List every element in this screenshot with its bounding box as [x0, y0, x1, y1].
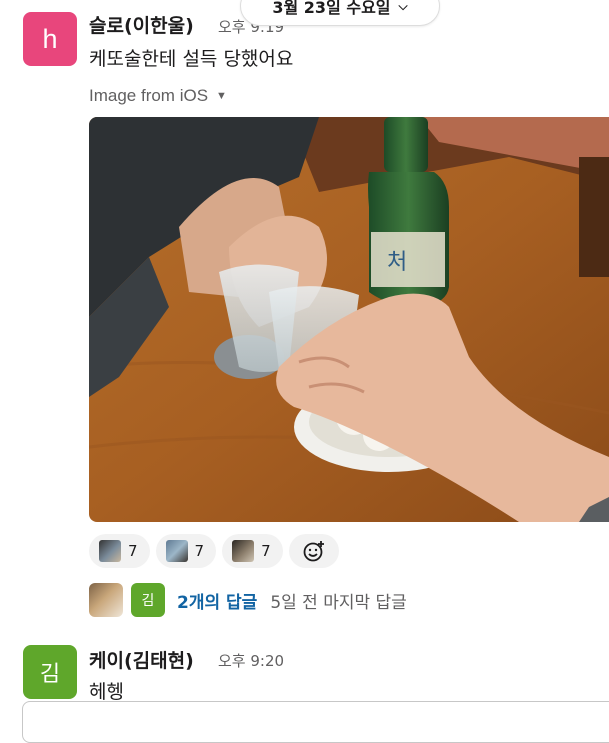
reactions-bar: 7 7 7	[89, 534, 339, 568]
date-divider-button[interactable]: 3월 23일 수요일 ⌵	[240, 0, 440, 26]
thread-participant-avatar: 김	[131, 583, 165, 617]
photo-drawing: 처	[89, 117, 609, 522]
thread-summary[interactable]: 김 2개의 답글 5일 전 마지막 답글	[89, 583, 407, 617]
reaction-count: 7	[261, 542, 271, 560]
reaction-pill[interactable]: 7	[155, 534, 217, 568]
caret-down-icon[interactable]: ▼	[216, 90, 227, 102]
message-timestamp[interactable]: 오후 9:20	[218, 650, 284, 671]
attachment-label[interactable]: Image from iOS ▼	[89, 86, 227, 106]
add-reaction-button[interactable]	[288, 534, 339, 568]
svg-text:처: 처	[387, 250, 407, 275]
thread-participant-avatar	[89, 583, 123, 617]
attached-image[interactable]: 처	[89, 117, 609, 522]
date-divider-label: 3월 23일 수요일	[272, 0, 391, 17]
thread-last-reply-time: 5일 전 마지막 답글	[270, 592, 407, 613]
message-author[interactable]: 슬로(이한울)	[89, 11, 194, 38]
attachment-name: Image from iOS	[89, 86, 209, 105]
reaction-pill[interactable]: 7	[89, 534, 150, 568]
avatar-sender[interactable]: h	[23, 12, 77, 66]
custom-emoji-icon	[99, 540, 121, 562]
reaction-count: 7	[194, 542, 205, 560]
message-text: 헤헹	[89, 681, 124, 703]
custom-emoji-icon	[165, 540, 188, 562]
message-author[interactable]: 케이(김태현)	[89, 646, 194, 673]
add-emoji-icon	[303, 541, 324, 562]
message-composer[interactable]	[22, 701, 609, 743]
message-text: 케또술한테 설득 당했어요	[89, 48, 294, 70]
reaction-pill[interactable]: 7	[222, 534, 283, 568]
avatar-sender[interactable]: 김	[23, 645, 77, 699]
thread-reply-count-link[interactable]: 2개의 답글	[177, 588, 257, 613]
reaction-count: 7	[128, 542, 138, 560]
custom-emoji-icon	[232, 540, 255, 562]
chevron-down-icon: ⌵	[398, 0, 408, 13]
